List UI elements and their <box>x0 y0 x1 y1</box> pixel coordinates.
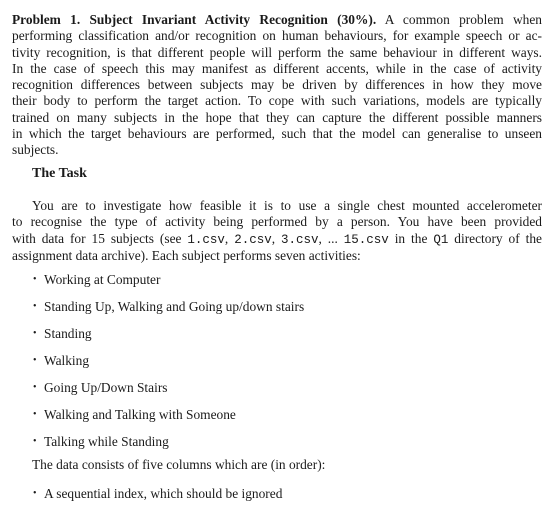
section-heading: The Task <box>32 166 87 181</box>
bullet-icon: • <box>33 488 37 499</box>
problem-line: In the case of speech this may manifest … <box>12 60 542 76</box>
problem-line: performing classification and/or recogni… <box>12 28 542 44</box>
list-item: • Walking and Talking with Someone <box>33 407 236 422</box>
problem-line: tivity recognition, is that different pe… <box>12 44 542 60</box>
filename: 2.csv <box>234 232 272 247</box>
activity-list: • Working at Computer • Standing Up, Walki… <box>33 272 304 461</box>
bullet-icon: • <box>33 301 37 312</box>
problem-line: in which the target behaviours are perfo… <box>12 126 542 142</box>
list-item: • Working at Computer <box>33 272 161 287</box>
task-paragraph: You are to investigate how feasible it i… <box>12 198 542 264</box>
bullet-icon: • <box>33 328 37 339</box>
problem-line: their body to perform the target action.… <box>12 93 542 109</box>
list-item: • Standing Up, Walking and Going up/down … <box>33 299 305 314</box>
task-line: with data for 15 subjects (see 1.csv, 2.… <box>12 230 542 247</box>
bullet-icon: • <box>33 355 37 366</box>
filename: 3.csv <box>280 232 319 247</box>
problem-title: Problem 1. Subject Invariant Activity Re… <box>12 12 377 27</box>
problem-line: recognition differences between subjects… <box>12 77 542 93</box>
list-item: • Going Up/Down Stairs <box>33 380 168 395</box>
column-list: • A sequential index, which should be ign… <box>33 486 282 513</box>
task-line: You are to investigate how feasible it i… <box>32 198 542 213</box>
list-item: • Standing <box>33 326 92 341</box>
list-item: • A sequential index, which should be ign… <box>33 486 283 501</box>
task-line: assignment data archive). Each subject p… <box>12 247 361 263</box>
document-page: Problem 1. Subject Invariant Activity Re… <box>0 0 558 505</box>
problem-paragraph: Problem 1. Subject Invariant Activity Re… <box>12 12 542 159</box>
filename: 15.csv <box>343 232 389 247</box>
bullet-icon: • <box>33 382 37 393</box>
problem-line: subjects. <box>12 142 59 158</box>
bullet-icon: • <box>33 409 37 420</box>
task-line: to recognise the type of activity being … <box>12 214 542 230</box>
list-item: • Walking <box>33 353 90 368</box>
bullet-icon: • <box>33 274 37 285</box>
problem-line: trained on many subjects in the hope tha… <box>12 109 542 125</box>
columns-intro: The data consists of five columns which … <box>32 457 326 472</box>
directory-name: Q1 <box>433 232 449 247</box>
bullet-icon: • <box>33 436 37 447</box>
problem-line: Problem 1. Subject Invariant Activity Re… <box>12 12 542 27</box>
filename: 1.csv <box>187 232 225 247</box>
